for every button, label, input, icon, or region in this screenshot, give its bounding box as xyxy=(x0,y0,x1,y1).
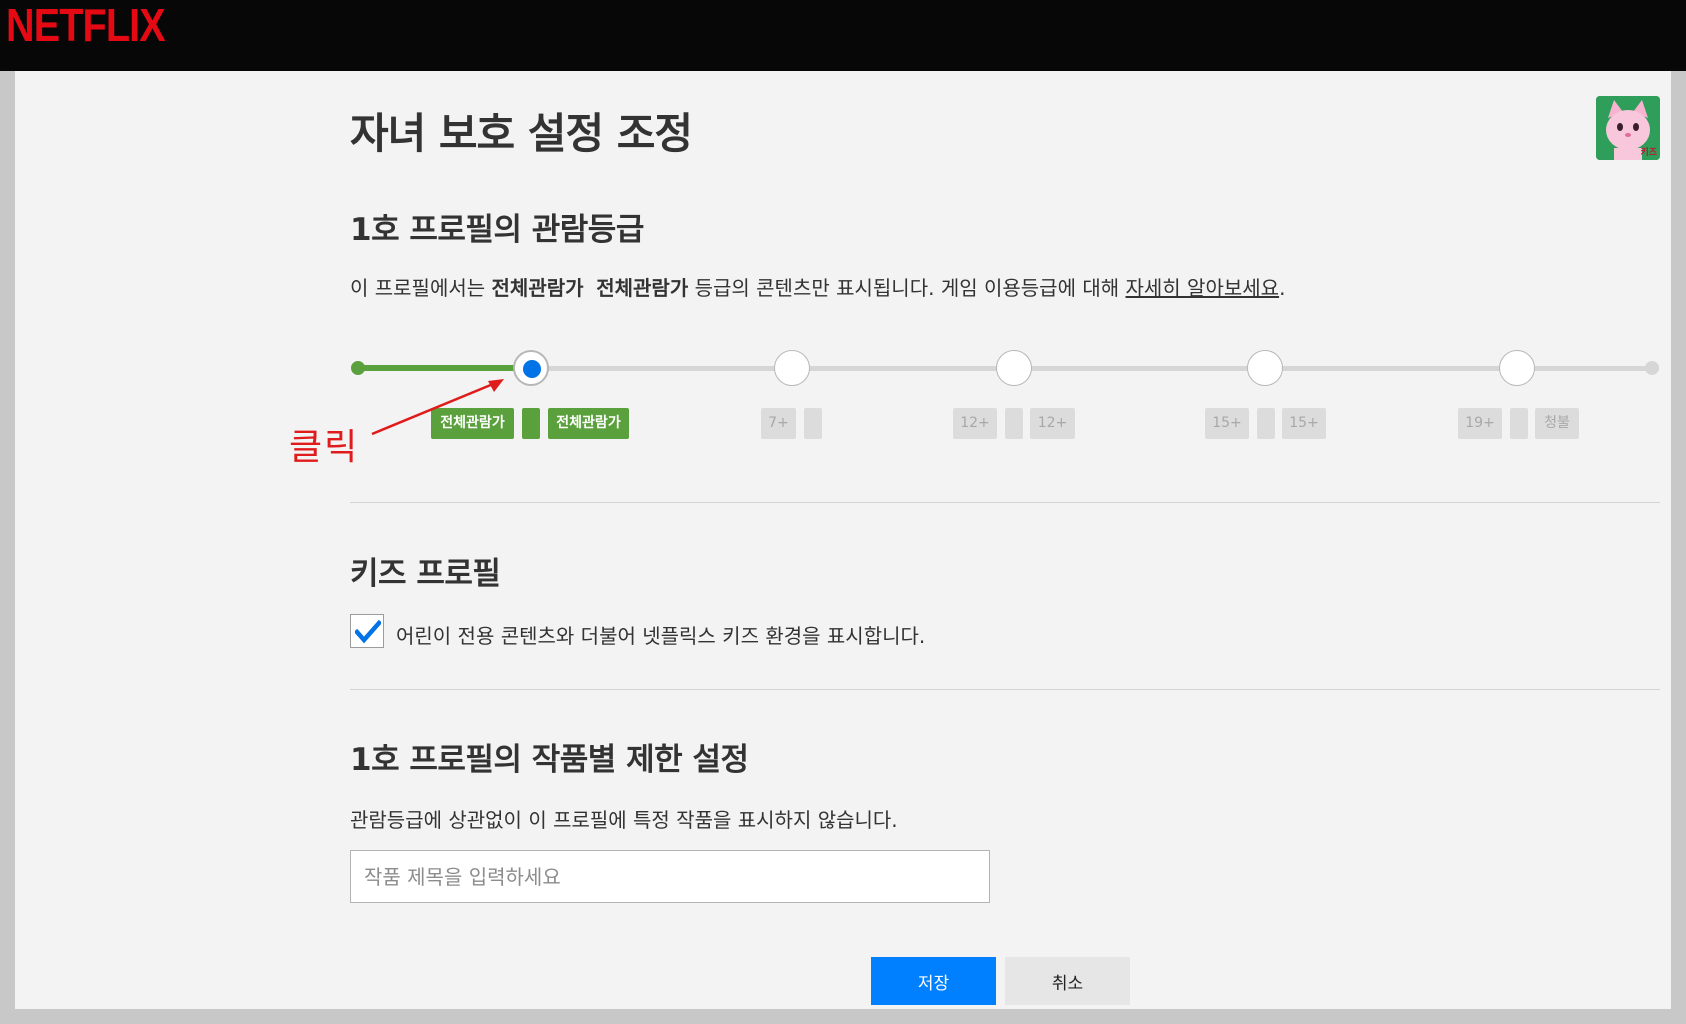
rating-desc-prefix: 이 프로필에서는 xyxy=(350,276,492,300)
profile-avatar[interactable]: 키즈 xyxy=(1596,96,1660,160)
learn-more-link[interactable]: 자세히 알아보세요 xyxy=(1126,276,1280,300)
rating-badge xyxy=(522,408,540,439)
rating-badge: 청불 xyxy=(1535,408,1579,439)
rating-description: 이 프로필에서는 전체관람가 전체관람가 등급의 콘텐츠만 표시됩니다. 게임 … xyxy=(350,272,1285,301)
rating-badge xyxy=(804,408,822,439)
restriction-section-title: 1호 프로필의 작품별 제한 설정 xyxy=(350,742,749,778)
kids-profile-checkbox-label[interactable]: 어린이 전용 콘텐츠와 더불어 넷플릭스 키즈 환경을 표시합니다. xyxy=(396,620,925,649)
kids-profile-checkbox[interactable] xyxy=(350,614,384,648)
avatar-kids-label: 키즈 xyxy=(1640,148,1657,158)
checkmark-icon xyxy=(355,620,381,644)
title-restriction-input[interactable] xyxy=(350,850,990,903)
rating-desc-bold-1: 전체관람가 xyxy=(491,276,584,300)
rating-desc-suffix: . xyxy=(1279,276,1286,300)
rating-badge: 15+ xyxy=(1282,408,1326,439)
cancel-button[interactable]: 취소 xyxy=(1005,957,1130,1005)
rating-badge: 12+ xyxy=(1030,408,1075,439)
rating-slider-fill xyxy=(358,365,530,371)
rating-section-title: 1호 프로필의 관람등급 xyxy=(350,212,644,248)
rating-desc-bold-2: 전체관람가 xyxy=(596,276,689,300)
save-button[interactable]: 저장 xyxy=(871,957,996,1005)
rating-badge: 전체관람가 xyxy=(548,408,629,439)
rating-badge: 15+ xyxy=(1205,408,1249,439)
kids-section-title: 키즈 프로필 xyxy=(350,556,501,592)
click-annotation-label: 클릭 xyxy=(289,427,360,468)
rating-badge xyxy=(1510,408,1528,439)
section-divider xyxy=(350,502,1660,503)
restriction-description: 관람등급에 상관없이 이 프로필에 특정 작품을 표시하지 않습니다. xyxy=(350,808,898,832)
rating-badge: 19+ xyxy=(1458,408,1502,439)
page-title: 자녀 보호 설정 조정 xyxy=(350,109,693,158)
rating-stop-12plus[interactable] xyxy=(996,350,1032,386)
rating-badge: 7+ xyxy=(761,408,796,439)
top-nav-bar: NETFLIX xyxy=(0,0,1686,71)
rating-desc-middle: 등급의 콘텐츠만 표시됩니다. 게임 이용등급에 대해 xyxy=(688,276,1126,300)
rating-stop-all-ages[interactable] xyxy=(513,350,549,386)
rating-stop-19plus[interactable] xyxy=(1499,350,1535,386)
rating-badge: 12+ xyxy=(953,408,997,439)
annotation-arrow-icon xyxy=(371,379,504,436)
netflix-logo[interactable]: NETFLIX xyxy=(6,2,166,48)
rating-stop-15plus[interactable] xyxy=(1247,350,1283,386)
slider-end-dot xyxy=(1645,361,1659,375)
section-divider xyxy=(350,689,1660,690)
rating-badge xyxy=(1257,408,1275,439)
slider-start-dot xyxy=(351,361,365,375)
rating-badge xyxy=(1005,408,1023,439)
rating-stop-7plus[interactable] xyxy=(774,350,810,386)
slider-selected-indicator xyxy=(523,360,541,378)
